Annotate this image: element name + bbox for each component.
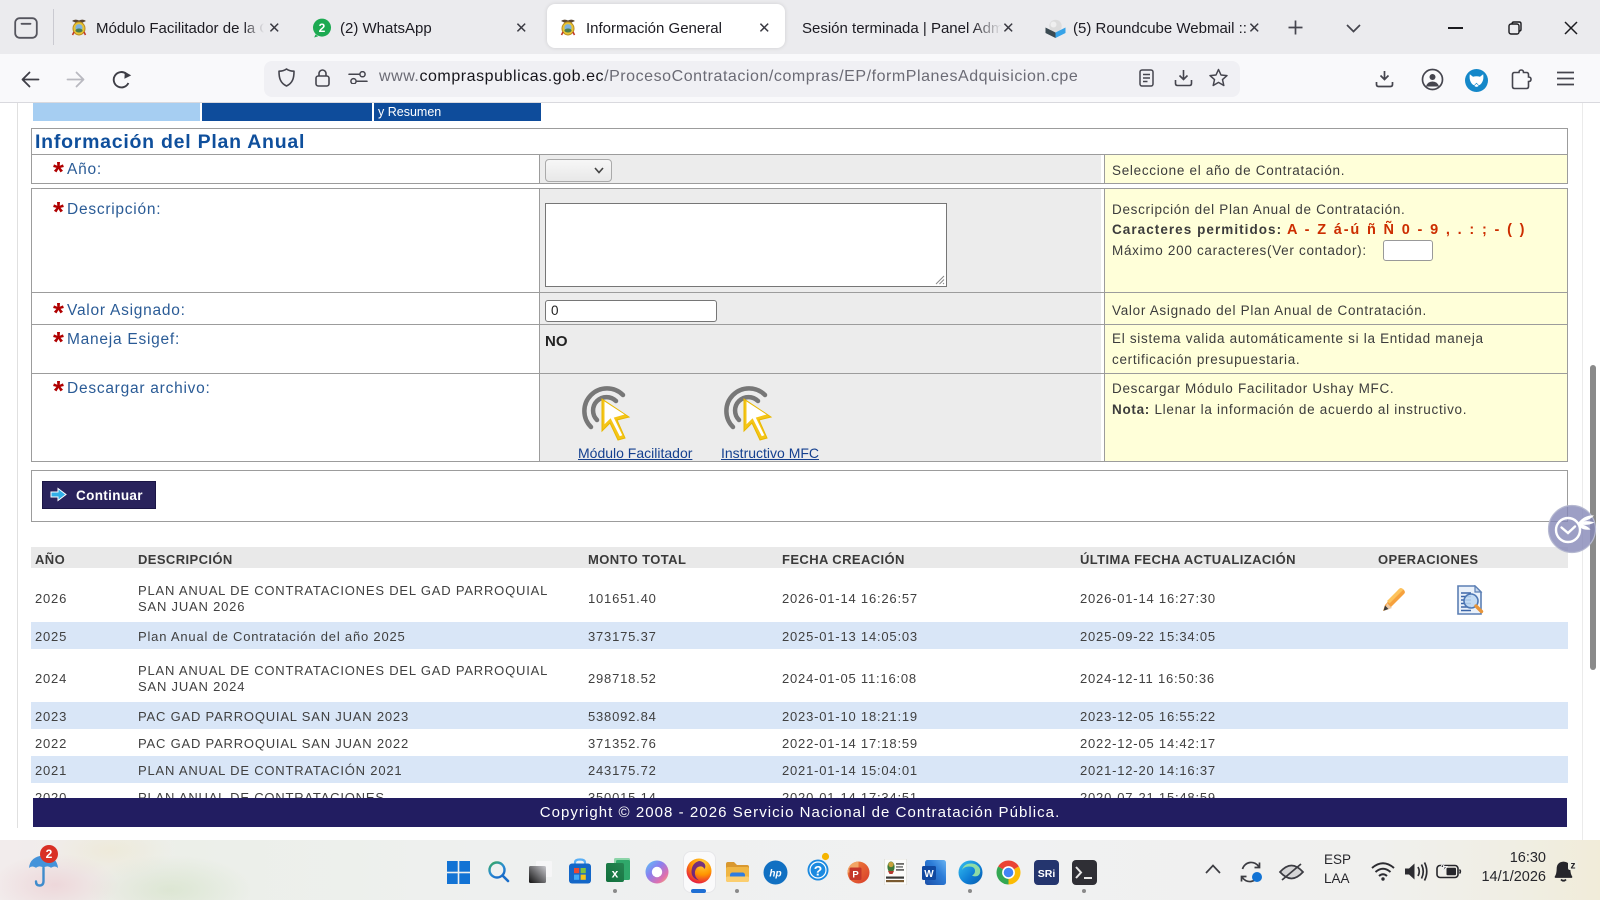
svg-text:SRi: SRi <box>1038 868 1056 880</box>
svg-text:2: 2 <box>319 21 326 35</box>
svg-text:hp: hp <box>769 869 781 880</box>
svg-text:?: ? <box>814 863 823 879</box>
svg-text:P: P <box>852 870 859 881</box>
svg-text:W: W <box>924 869 934 880</box>
svg-text:z: z <box>1571 861 1576 872</box>
svg-text:x: x <box>612 867 619 881</box>
